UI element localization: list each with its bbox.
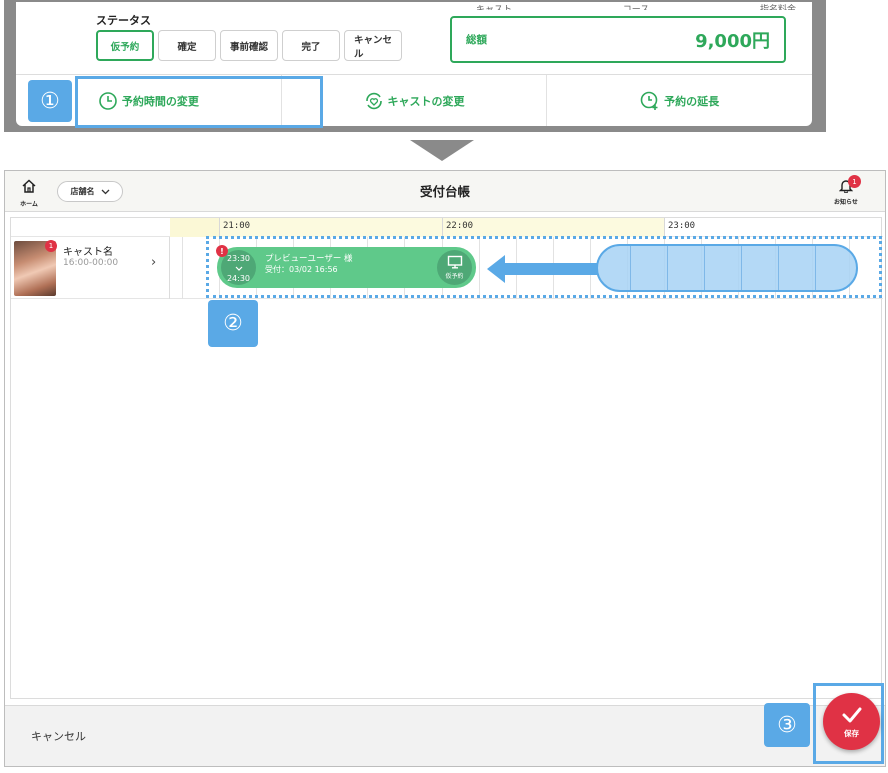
time-label-23: 23:00 (668, 221, 696, 231)
cut-off-header: キャスト コース 指名料金 (476, 2, 796, 10)
page-title: 受付台帳 (419, 184, 470, 199)
time-label-22: 22:00 (446, 221, 474, 231)
grid-line (182, 237, 183, 299)
chevron-down-icon (101, 189, 109, 194)
checkmark-icon (842, 707, 861, 723)
move-left-arrow (503, 263, 597, 275)
ghost-grid-line (667, 246, 668, 290)
down-arrow (410, 140, 474, 161)
total-amount-box: 総額 9,000円 (450, 16, 786, 63)
save-label: 保存 (844, 729, 859, 738)
time-header-shade (170, 218, 219, 237)
status-tentative-button[interactable]: 仮予約 (96, 30, 154, 61)
hour-tick (219, 218, 220, 237)
notifications-label: お知らせ (834, 199, 858, 206)
cast-name: キャスト名 (63, 247, 113, 258)
step1-badge: ① (28, 80, 72, 122)
save-button[interactable]: 保存 (823, 693, 880, 750)
reservation-block[interactable]: 23:30 24:30 ! プレビューユーザー 様 受付：03/02 16:56… (216, 245, 476, 288)
extend-reservation-label: 予約の延長 (664, 94, 720, 108)
home-label: ホーム (20, 201, 38, 208)
original-reservation-ghost (596, 244, 858, 292)
reservation-alert-badge: ! (216, 245, 228, 257)
store-select-value: 店舗名 (70, 187, 95, 196)
extend-reservation-button[interactable]: 予約の延長 (546, 75, 812, 126)
status-preconfirm-button[interactable]: 事前確認 (220, 30, 278, 61)
cast-cell[interactable]: 1 キャスト名 16:00-00:00 › (11, 237, 170, 299)
monitor-icon (447, 255, 462, 269)
reservation-status-label: 仮予約 (445, 273, 464, 280)
status-complete-button[interactable]: 完了 (282, 30, 340, 61)
move-left-arrow-head (487, 255, 505, 283)
notification-count-badge: 1 (848, 175, 861, 188)
reservation-status-button[interactable]: 仮予約 (437, 250, 472, 285)
cancel-button[interactable]: キャンセル (31, 728, 86, 744)
chevron-down-icon (235, 266, 242, 271)
reservation-end: 24:30 (226, 274, 251, 283)
home-button[interactable]: ホーム (17, 178, 41, 208)
reservation-user: プレビューユーザー 様 (265, 254, 353, 264)
cast-alert-badge: 1 (45, 240, 57, 252)
home-icon (22, 179, 36, 193)
clock-plus-icon (640, 91, 658, 110)
cut-off-text-3: 指名料金 (759, 5, 796, 10)
reservation-received: 受付：03/02 16:56 (265, 265, 338, 274)
time-label-21: 21:00 (223, 221, 251, 231)
ghost-grid-line (630, 246, 631, 290)
ghost-grid-line (778, 246, 779, 290)
cut-off-text-2: コース (622, 5, 650, 10)
step1-highlight (75, 76, 323, 128)
hour-tick (664, 218, 665, 237)
status-button-group: 仮予約 確定 事前確認 完了 キャンセル (96, 30, 402, 61)
reservation-start: 23:30 (226, 254, 251, 263)
ghost-grid-line (704, 246, 705, 290)
app-header: 受付台帳 ホーム 店舗名 1 お知らせ (5, 171, 885, 212)
heart-refresh-icon (365, 92, 382, 109)
total-value: 9,000円 (695, 30, 770, 52)
status-cancel-button[interactable]: キャンセル (344, 30, 402, 61)
status-confirmed-button[interactable]: 確定 (158, 30, 216, 61)
step2-badge: ② (208, 300, 258, 347)
ghost-grid-line (815, 246, 816, 290)
total-label: 総額 (466, 34, 487, 46)
cut-off-text-1: キャスト (476, 5, 513, 10)
hour-tick (442, 218, 443, 237)
notifications-button[interactable]: 1 お知らせ (831, 175, 861, 206)
ghost-grid-line (741, 246, 742, 290)
chevron-right-icon: › (151, 255, 157, 270)
status-label: ステータス (96, 14, 151, 27)
footer-bar: キャンセル (5, 705, 885, 766)
reservation-time[interactable]: 23:30 24:30 (221, 250, 256, 285)
step3-badge: ③ (764, 703, 810, 747)
store-select[interactable]: 店舗名 (57, 181, 123, 202)
change-cast-label: キャストの変更 (387, 94, 465, 108)
time-header-row: 21:00 22:00 23:00 (11, 218, 883, 237)
cast-hours: 16:00-00:00 (63, 258, 119, 268)
